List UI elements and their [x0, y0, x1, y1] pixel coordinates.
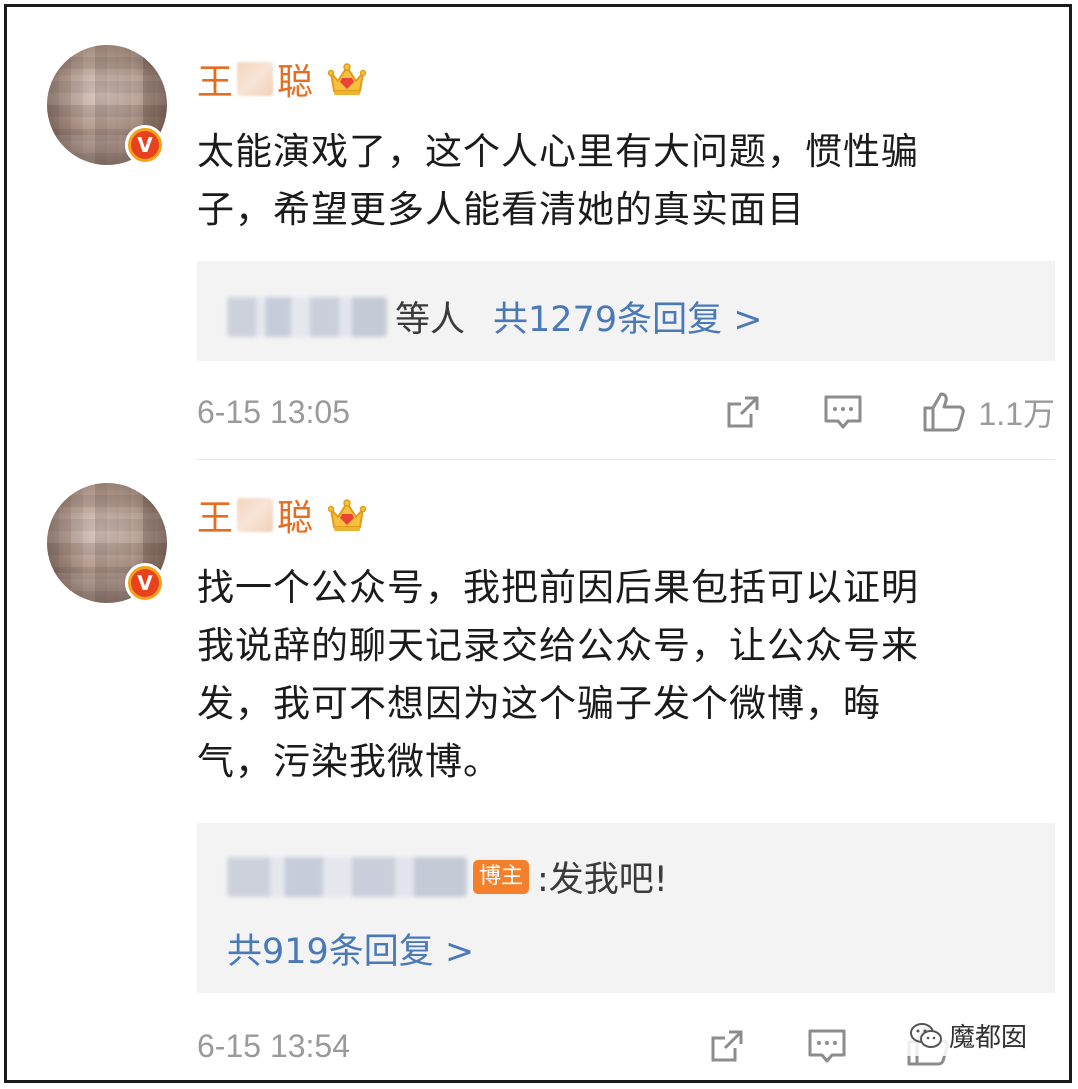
- like-icon: [923, 392, 965, 432]
- comment-text: 太能演戏了，这个人心里有大问题，惯性骗 子，希望更多人能看清她的真实面目: [197, 123, 1047, 239]
- comment-button[interactable]: [805, 1026, 849, 1066]
- view-replies-link[interactable]: 共1279条回复 >: [493, 291, 763, 342]
- comment-icon: [808, 1029, 846, 1063]
- comment-meta: 6-15 13:05 1.1万: [197, 387, 1055, 437]
- username-right: 聪: [277, 62, 314, 103]
- username-blur: [237, 62, 274, 96]
- reply-text: :发我吧!: [537, 860, 668, 900]
- username-blur: [237, 498, 274, 532]
- author-badge: 博主: [473, 859, 530, 894]
- comment-line: 太能演戏了，这个人心里有大问题，惯性骗: [197, 130, 919, 173]
- share-icon: [711, 1030, 743, 1062]
- blurred-usernames: [227, 296, 387, 337]
- view-replies-link[interactable]: 共919条回复 >: [227, 932, 474, 972]
- watermark-text: 魔都囡: [948, 1023, 1027, 1053]
- username-right: 聪: [277, 498, 314, 539]
- username[interactable]: 王 聪: [197, 491, 367, 539]
- comment-divider: [197, 459, 1055, 460]
- watermark: 魔都囡: [902, 1015, 1033, 1056]
- comment-line: 气，污染我微博。: [197, 740, 501, 783]
- blurred-usernames: [227, 856, 467, 897]
- timestamp: 6-15 13:54: [197, 1027, 351, 1064]
- reply-preview[interactable]: 博主 :发我吧! 共919条回复 >: [197, 823, 1055, 993]
- timestamp: 6-15 13:05: [197, 393, 351, 430]
- comment-text: 找一个公众号，我把前因后果包括可以证明 我说辞的聊天记录交给公众号，让公众号来 …: [197, 559, 1047, 791]
- username-left: 王: [197, 62, 234, 103]
- share-icon: [727, 396, 758, 428]
- like-count: 1.1万: [978, 396, 1056, 432]
- username[interactable]: 王 聪: [197, 55, 367, 103]
- crown-icon: [327, 63, 367, 95]
- verified-badge-icon: V: [125, 563, 165, 603]
- screenshot-frame: V 王 聪 太能演戏了，这个人心里有大问题，惯性骗 子，希望更多人能看清她的真实…: [4, 4, 1072, 1083]
- reply-suffix: 等人: [395, 300, 466, 340]
- verified-mark: V: [131, 131, 159, 159]
- comment-line: 找一个公众号，我把前因后果包括可以证明: [197, 566, 919, 609]
- username-left: 王: [197, 498, 234, 539]
- reply-preview[interactable]: 等人 共1279条回复 >: [197, 261, 1055, 361]
- comment-line: 我说辞的聊天记录交给公众号，让公众号来: [197, 624, 919, 667]
- share-button[interactable]: [721, 392, 765, 432]
- comment-button[interactable]: [821, 392, 865, 432]
- wechat-icon: [909, 1022, 942, 1048]
- comment-line: 发，我可不想因为这个骗子发个微博，晦: [197, 682, 881, 725]
- comment-line: 子，希望更多人能看清她的真实面目: [197, 188, 805, 231]
- crown-icon: [327, 499, 367, 531]
- verified-badge-icon: V: [125, 125, 165, 165]
- like-button[interactable]: 1.1万: [921, 389, 1056, 435]
- comment-icon: [824, 395, 861, 429]
- share-button[interactable]: [705, 1026, 749, 1066]
- verified-mark: V: [131, 569, 159, 597]
